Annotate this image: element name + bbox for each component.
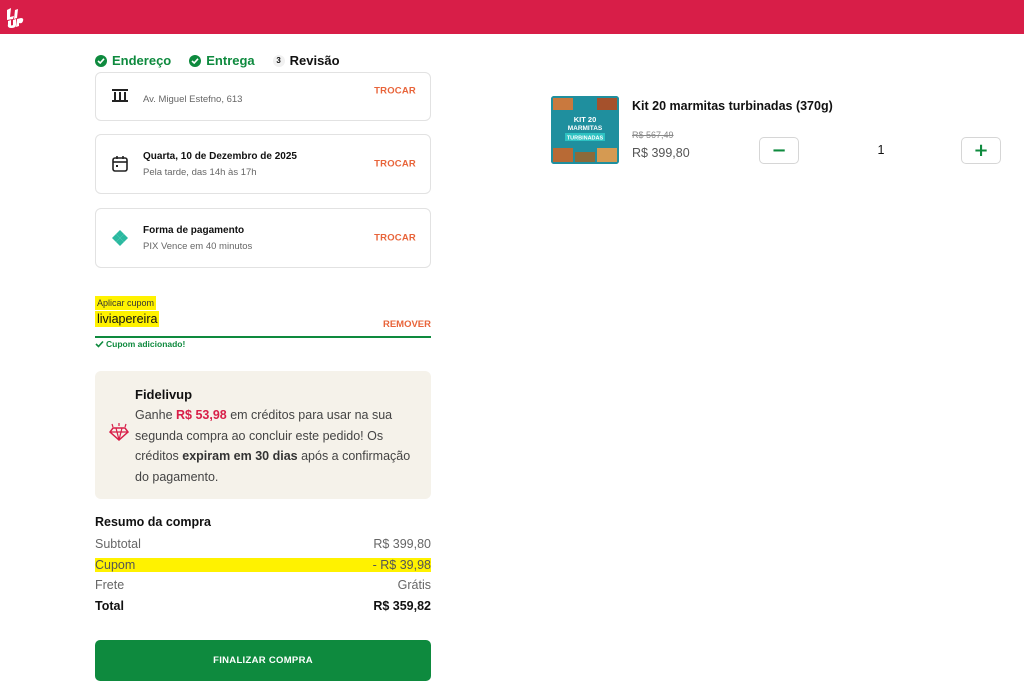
delivery-date: Quarta, 10 de Dezembro de 2025	[143, 151, 297, 162]
summary-value: - R$ 39,98	[372, 557, 431, 572]
delivery-card: Quarta, 10 de Dezembro de 2025 Pela tard…	[95, 134, 431, 194]
summary-value: Grátis	[397, 578, 431, 592]
summary-row-total: Total R$ 359,82	[95, 596, 431, 617]
change-address-button[interactable]: TROCAR	[374, 86, 416, 97]
step-endereco[interactable]: Endereço	[95, 53, 171, 68]
summary-row-shipping: Frete Grátis	[95, 575, 431, 596]
product-quantity: 1	[877, 143, 885, 157]
summary-value: R$ 359,82	[373, 598, 431, 613]
increase-quantity-button[interactable]: +	[961, 137, 1001, 164]
product-price: R$ 399,80	[632, 146, 690, 160]
change-delivery-button[interactable]: TROCAR	[374, 159, 416, 170]
address-card: Av. Miguel Estefno, 613 TROCAR	[95, 72, 431, 121]
change-payment-button[interactable]: TROCAR	[374, 233, 416, 244]
coupon-label: Aplicar cupom	[95, 296, 157, 310]
payment-title: Forma de pagamento	[143, 225, 245, 236]
payment-detail: PIX Vence em 40 minutos	[143, 241, 253, 252]
fidelivup-box: Fidelivup Ganhe R$ 53,98 em créditos par…	[95, 371, 431, 499]
pix-icon	[112, 230, 128, 246]
top-bar	[0, 0, 1024, 34]
calendar-icon	[112, 156, 128, 172]
coupon-underline	[95, 336, 431, 338]
product-old-price: R$ 567,49	[632, 130, 674, 140]
check-circle-icon	[95, 54, 107, 67]
fidelivup-text: Ganhe R$ 53,98 em créditos para usar na …	[135, 405, 420, 487]
check-circle-icon	[189, 54, 202, 67]
payment-card: Forma de pagamento PIX Vence em 40 minut…	[95, 208, 431, 268]
step-number: 3	[272, 54, 285, 67]
address-line: Av. Miguel Estefno, 613	[143, 94, 243, 105]
summary-label: Frete	[95, 578, 125, 592]
coupon-success: Cupom adicionado!	[95, 339, 185, 349]
summary-label: Subtotal	[95, 537, 141, 551]
finalize-purchase-button[interactable]: FINALIZAR COMPRA	[95, 640, 431, 681]
fidelivup-text-part: Ganhe	[135, 408, 177, 422]
delivery-period: Pela tarde, das 14h às 17h	[143, 167, 257, 178]
checkout-steps: Endereço Entrega 3 Revisão	[95, 53, 340, 68]
product-image-text: MARMITAS	[568, 125, 603, 132]
coupon-field[interactable]: Aplicar cupom liviapereira REMOVER Cupom…	[95, 293, 431, 349]
building-icon	[112, 89, 128, 102]
remove-coupon-button[interactable]: REMOVER	[383, 319, 431, 330]
check-icon	[95, 340, 104, 348]
step-revisao: 3 Revisão	[272, 53, 340, 68]
product-name: Kit 20 marmitas turbinadas (370g)	[632, 99, 833, 113]
product-image: KIT 20 MARMITAS TURBINADAS	[551, 96, 619, 164]
product-image-text: TURBINADAS	[567, 136, 604, 142]
decrease-quantity-button[interactable]: −	[759, 137, 799, 164]
summary-value: R$ 399,80	[373, 537, 431, 551]
summary-row-coupon: Cupom - R$ 39,98	[95, 557, 431, 572]
livup-logo-icon[interactable]	[4, 6, 24, 28]
step-label: Entrega	[206, 53, 255, 68]
fidelivup-title: Fidelivup	[135, 387, 193, 402]
step-label: Endereço	[112, 53, 172, 68]
fidelivup-expire: expiram em 30 dias	[182, 449, 298, 463]
summary-label: Total	[95, 598, 124, 613]
coupon-input[interactable]: liviapereira	[95, 311, 160, 327]
step-label: Revisão	[289, 53, 340, 68]
diamond-icon	[108, 423, 130, 441]
product-image-text: KIT 20	[574, 115, 597, 124]
summary-title: Resumo da compra	[95, 515, 212, 529]
step-entrega[interactable]: Entrega	[189, 53, 255, 68]
summary-label: Cupom	[95, 557, 136, 572]
summary-row-subtotal: Subtotal R$ 399,80	[95, 534, 431, 555]
coupon-success-text: Cupom adicionado!	[106, 339, 186, 349]
fidelivup-amount: R$ 53,98	[176, 408, 227, 422]
order-summary: Resumo da compra Subtotal R$ 399,80 Cupo…	[95, 514, 431, 616]
